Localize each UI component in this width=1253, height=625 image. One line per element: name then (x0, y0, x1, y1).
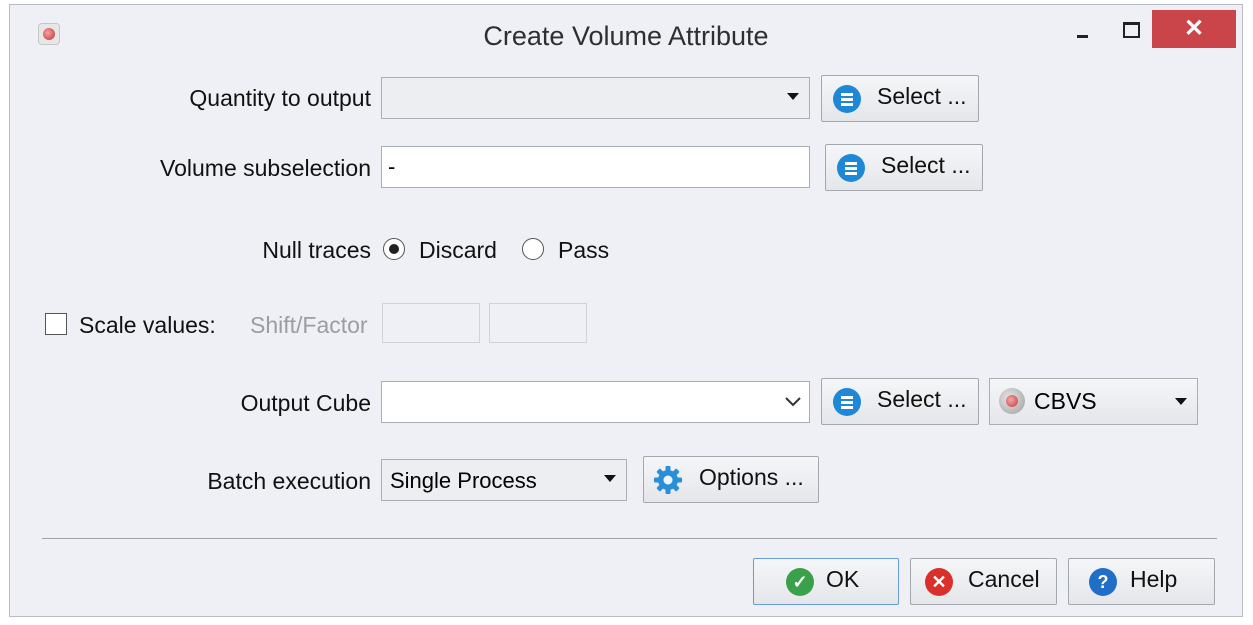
list-icon (837, 154, 865, 182)
close-button[interactable]: ✕ (1152, 10, 1236, 48)
question-circle-icon: ? (1089, 568, 1117, 596)
output-format-dropdown[interactable]: CBVS (989, 378, 1198, 425)
output-cube-label: Output Cube (240, 390, 371, 416)
radio-pass[interactable] (522, 238, 544, 260)
window-title: Create Volume Attribute (483, 21, 769, 51)
shift-field (382, 303, 480, 343)
title-bar: Create Volume Attribute ✕ (10, 5, 1242, 67)
volume-subselection-field[interactable]: - (381, 146, 810, 188)
shift-factor-label: Shift/Factor (250, 312, 368, 338)
chevron-down-icon (787, 93, 799, 100)
x-circle-icon: ✕ (925, 568, 953, 596)
options-button[interactable]: Options ... (643, 456, 819, 503)
quantity-select-button[interactable]: Select ... (821, 75, 979, 122)
ok-button[interactable]: ✓ OK (753, 558, 899, 605)
close-icon: ✕ (1183, 15, 1205, 42)
check-circle-icon: ✓ (786, 568, 814, 596)
discard-label: Discard (419, 237, 497, 263)
radio-discard[interactable] (383, 238, 405, 260)
chevron-down-icon (1175, 398, 1187, 405)
volume-select-button[interactable]: Select ... (825, 144, 983, 191)
minimize-button[interactable] (1063, 9, 1103, 49)
batch-execution-label: Batch execution (207, 468, 371, 494)
chevron-down-icon[interactable] (785, 397, 801, 407)
batch-execution-dropdown[interactable]: Single Process (381, 459, 627, 501)
footer-divider (42, 538, 1217, 539)
cube-icon (999, 388, 1025, 414)
dialog-window: Create Volume Attribute ✕ Quantity to ou… (9, 4, 1243, 617)
list-icon (833, 388, 861, 416)
output-cube-select-button[interactable]: Select ... (821, 378, 979, 425)
scale-values-label: Scale values: (79, 312, 216, 338)
scale-values-checkbox[interactable] (45, 313, 67, 335)
quantity-dropdown[interactable] (381, 77, 810, 119)
maximize-button[interactable] (1111, 9, 1151, 49)
pass-label: Pass (558, 237, 610, 263)
list-icon (833, 85, 861, 113)
chevron-down-icon (604, 475, 616, 482)
output-cube-field[interactable] (381, 381, 810, 423)
volume-subselection-label: Volume subselection (160, 155, 371, 181)
quantity-label: Quantity to output (189, 85, 371, 111)
cancel-button[interactable]: ✕ Cancel (910, 558, 1057, 605)
gear-icon (654, 466, 682, 494)
factor-field (489, 303, 587, 343)
null-traces-label: Null traces (262, 237, 371, 263)
help-button[interactable]: ? Help (1068, 558, 1215, 605)
